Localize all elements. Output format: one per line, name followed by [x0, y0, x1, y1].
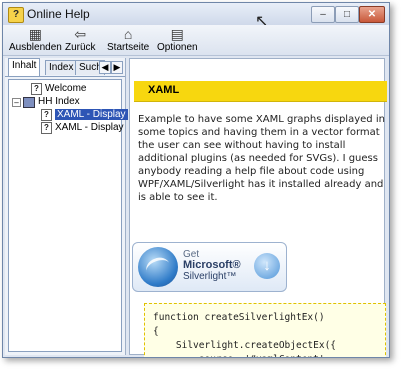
topic-content-pane: XAML Example to have some XAML graphs di…: [129, 58, 387, 357]
tab-contents[interactable]: Inhalt: [8, 58, 41, 76]
help-page-icon: ?: [41, 122, 52, 134]
home-icon: ⌂: [123, 26, 133, 42]
navigation-tabs: Inhalt Index Suche ◀ ▶: [5, 58, 125, 77]
contents-tree: ? Welcome – HH Index ? XAML - Display ? XAML…: [8, 79, 128, 352]
tab-scroll-buttons: ◀ ▶: [99, 61, 123, 74]
help-app-icon: ?: [8, 7, 24, 23]
help-page-icon: ?: [41, 109, 52, 121]
tab-index[interactable]: Index: [45, 60, 78, 75]
options-label: Optionen: [157, 42, 198, 53]
hide-label: Ausblenden: [9, 42, 62, 53]
home-button[interactable]: ⌂ Startseite: [107, 26, 149, 53]
topic-paragraph: Example to have some XAML graphs display…: [138, 114, 385, 203]
window-title: Online Help: [27, 7, 90, 21]
get-silverlight-badge[interactable]: Get Microsoft® Silverlight™ ↓: [132, 242, 287, 292]
options-button[interactable]: ▤ Optionen: [157, 26, 198, 53]
tree-item-xaml-display[interactable]: ? XAML - Display: [41, 122, 124, 134]
silverlight-badge-text: Get Microsoft® Silverlight™: [183, 249, 241, 282]
badge-silverlight-text: Silverlight™: [183, 271, 237, 282]
tree-item-xaml-display-selected[interactable]: ? XAML - Display: [41, 109, 128, 121]
toolbar: ▦ Ausblenden ⇦ Zurück ⌂ Startseite ▤ Opt…: [3, 25, 389, 56]
hide-button[interactable]: ▦ Ausblenden: [9, 26, 62, 53]
navigation-pane: Inhalt Index Suche ◀ ▶ ? Welcome – HH Index…: [5, 58, 128, 355]
help-window: ? Online Help – □ ✕ ↖ ▦ Ausblenden ⇦ Zur…: [2, 2, 390, 358]
back-label: Zurück: [65, 42, 96, 53]
tab-scroll-right-icon[interactable]: ▶: [111, 61, 123, 74]
options-icon: ▤: [170, 26, 184, 42]
topic-heading: XAML: [148, 84, 180, 96]
hide-pane-icon: ▦: [28, 26, 43, 42]
code-block: function createSilverlightEx() { Silverl…: [144, 303, 386, 357]
download-arrow-icon: ↓: [254, 253, 280, 279]
minimize-button[interactable]: –: [311, 6, 335, 23]
tree-item-hh-index[interactable]: – HH Index: [12, 96, 80, 108]
tree-item-label: Welcome: [45, 83, 87, 94]
silverlight-logo-icon: [138, 247, 178, 287]
maximize-button[interactable]: □: [335, 6, 359, 23]
book-icon: [23, 96, 35, 108]
badge-microsoft-text: Microsoft®: [183, 259, 241, 271]
tab-scroll-left-icon[interactable]: ◀: [99, 61, 111, 74]
title-bar[interactable]: ? Online Help – □ ✕ ↖: [3, 3, 389, 30]
topic-heading-bar: XAML: [134, 81, 387, 102]
tree-item-welcome[interactable]: ? Welcome: [31, 83, 87, 95]
collapse-icon[interactable]: –: [12, 97, 21, 107]
help-page-icon: ?: [31, 83, 42, 95]
tree-item-label: HH Index: [38, 96, 80, 107]
tree-item-label: XAML - Display: [55, 122, 124, 133]
close-button[interactable]: ✕: [359, 6, 385, 23]
back-arrow-icon: ⇦: [74, 26, 87, 42]
tree-item-label: XAML - Display: [55, 109, 128, 120]
back-button[interactable]: ⇦ Zurück: [65, 26, 96, 53]
code-text: function createSilverlightEx() { Silverl…: [153, 312, 337, 357]
home-label: Startseite: [107, 42, 150, 53]
